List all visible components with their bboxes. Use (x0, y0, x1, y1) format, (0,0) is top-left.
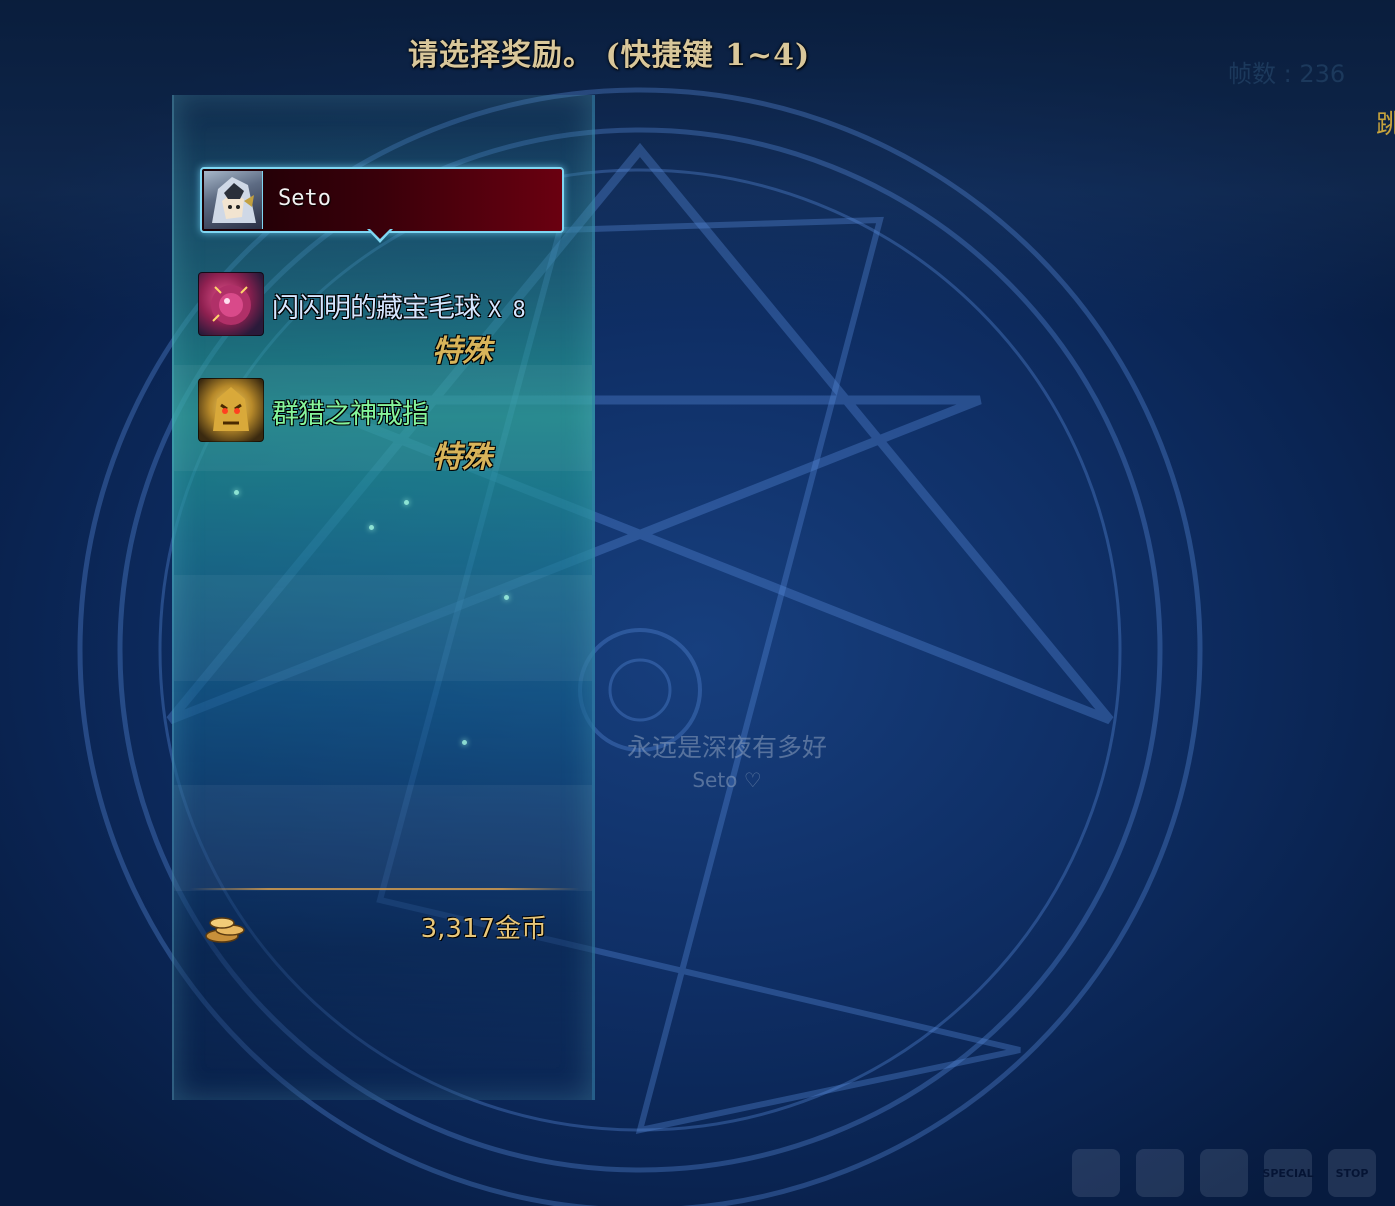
reward-item-quantity: X 8 (488, 298, 526, 323)
sparkle (504, 595, 509, 600)
nametag-name: Seto ♡ (692, 768, 762, 792)
panel-stripe (174, 785, 592, 891)
tab-pointer-fill (370, 229, 390, 239)
sparkle (462, 740, 467, 745)
reward-item[interactable]: 闪闪明的藏宝毛球 X 8 特殊 (196, 268, 556, 369)
fps-counter: 帧数 : 236 (1228, 60, 1346, 88)
reward-prompt-title: 请选择奖励。 (快捷键 1~4) (408, 38, 811, 73)
player-reward-tab[interactable]: Seto (200, 167, 564, 233)
quick-menu-hotbar: SPECIAL STOP (1060, 1140, 1395, 1206)
reward-item-name-text: 群猎之神戒指 (272, 399, 429, 430)
gold-coins-icon (205, 917, 245, 943)
gold-divider (190, 888, 580, 890)
reward-item-name: 群猎之神戒指 (272, 392, 429, 431)
panel-stripe (174, 575, 592, 681)
nametag-title: 永远是深夜有多好 (626, 733, 827, 762)
hotbar-slot-special[interactable]: SPECIAL (1262, 1149, 1314, 1197)
character-nametag: 永远是深夜有多好 Seto ♡ (612, 728, 842, 792)
sparkle (404, 500, 409, 505)
hotbar-slot[interactable] (1136, 1149, 1184, 1197)
reward-item[interactable]: 群猎之神戒指 特殊 (196, 374, 556, 475)
reward-item-rarity: 特殊 (432, 440, 492, 475)
hotbar-slot-stop[interactable]: STOP (1328, 1149, 1376, 1197)
game-screen: 请选择奖励。 (快捷键 1~4) 帧数 : 236 跳 Seto 闪闪明的藏宝毛… (0, 0, 1395, 1206)
reward-selection-panel (172, 95, 595, 1100)
gold-reward-amount: 3,317金币 (420, 914, 547, 944)
sparkle (369, 525, 374, 530)
hotbar-slot[interactable] (1072, 1149, 1120, 1197)
hunt-god-ring-icon (198, 378, 264, 442)
player-avatar (204, 171, 263, 229)
side-edge-text: 跳 (1376, 110, 1395, 140)
reward-item-rarity: 特殊 (432, 334, 492, 369)
reward-item-name: 闪闪明的藏宝毛球 X 8 (272, 286, 526, 325)
reward-item-name-text: 闪闪明的藏宝毛球 (272, 293, 481, 324)
treasure-furball-icon (198, 272, 264, 336)
player-name: Seto (278, 186, 331, 211)
sparkle (234, 490, 239, 495)
hotbar-slot[interactable] (1200, 1149, 1248, 1197)
